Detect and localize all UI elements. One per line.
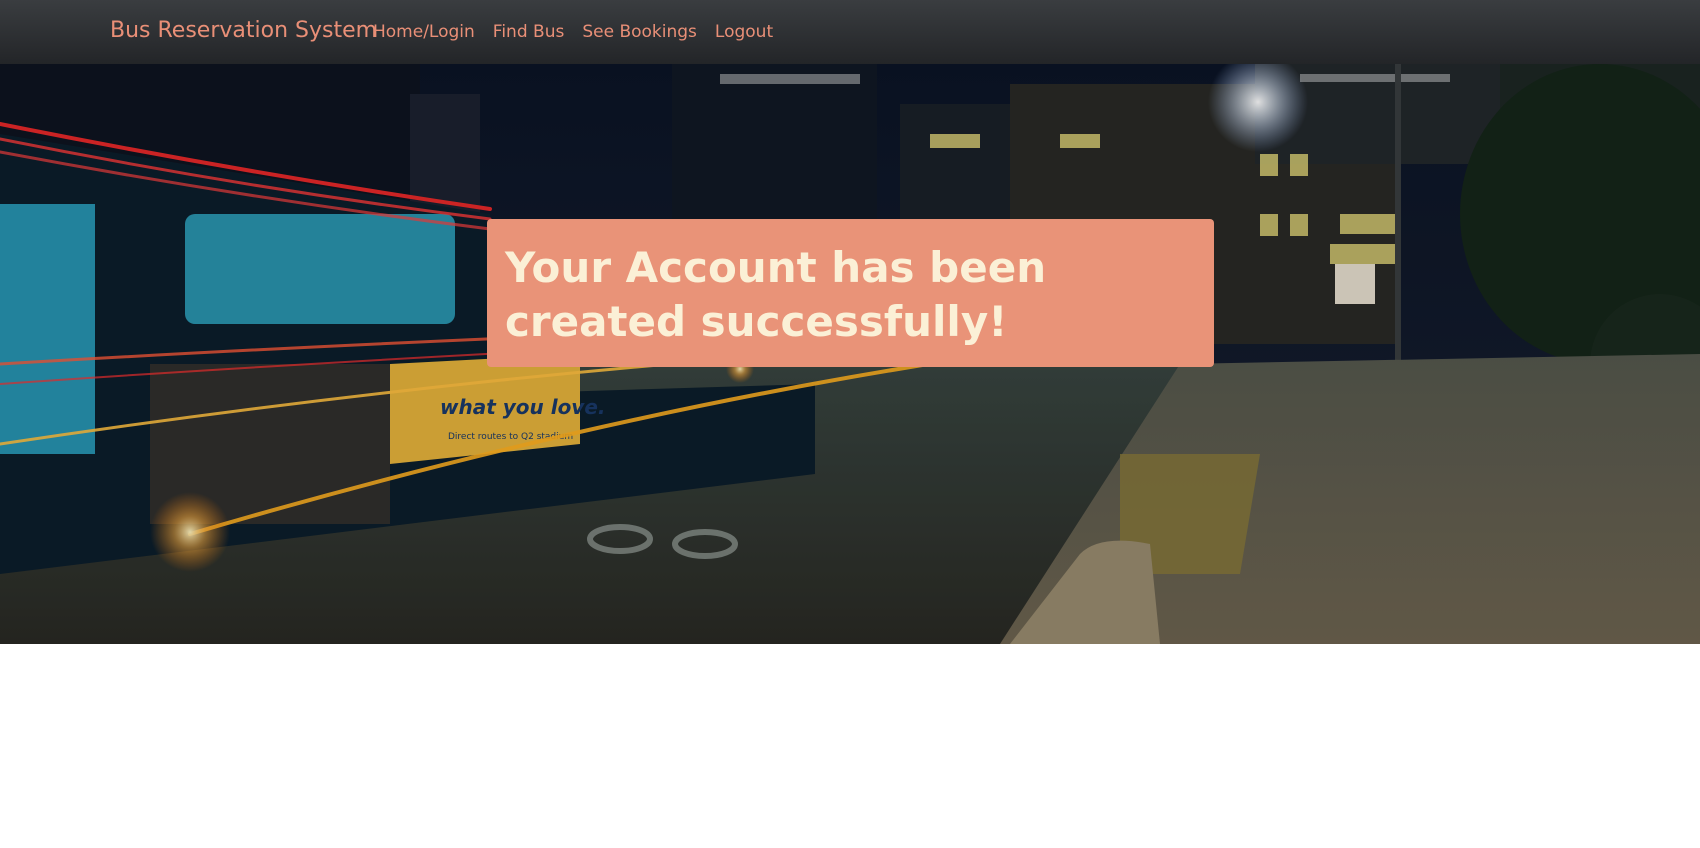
hero-banner: what you love. Direct routes to Q2 stadi…: [0, 64, 1700, 644]
nav-links: Home/Login Find Bus See Bookings Logout: [373, 22, 773, 42]
nav-link-home-login[interactable]: Home/Login: [373, 22, 475, 42]
brand-link[interactable]: Bus Reservation System: [110, 18, 377, 43]
nav-link-find-bus[interactable]: Find Bus: [493, 22, 565, 42]
nav-link-see-bookings[interactable]: See Bookings: [582, 22, 697, 42]
navbar: Bus Reservation System Home/Login Find B…: [0, 0, 1700, 64]
success-alert: Your Account has been created successful…: [487, 219, 1214, 367]
nav-link-logout[interactable]: Logout: [715, 22, 773, 42]
alert-message: Your Account has been created successful…: [505, 243, 1047, 346]
